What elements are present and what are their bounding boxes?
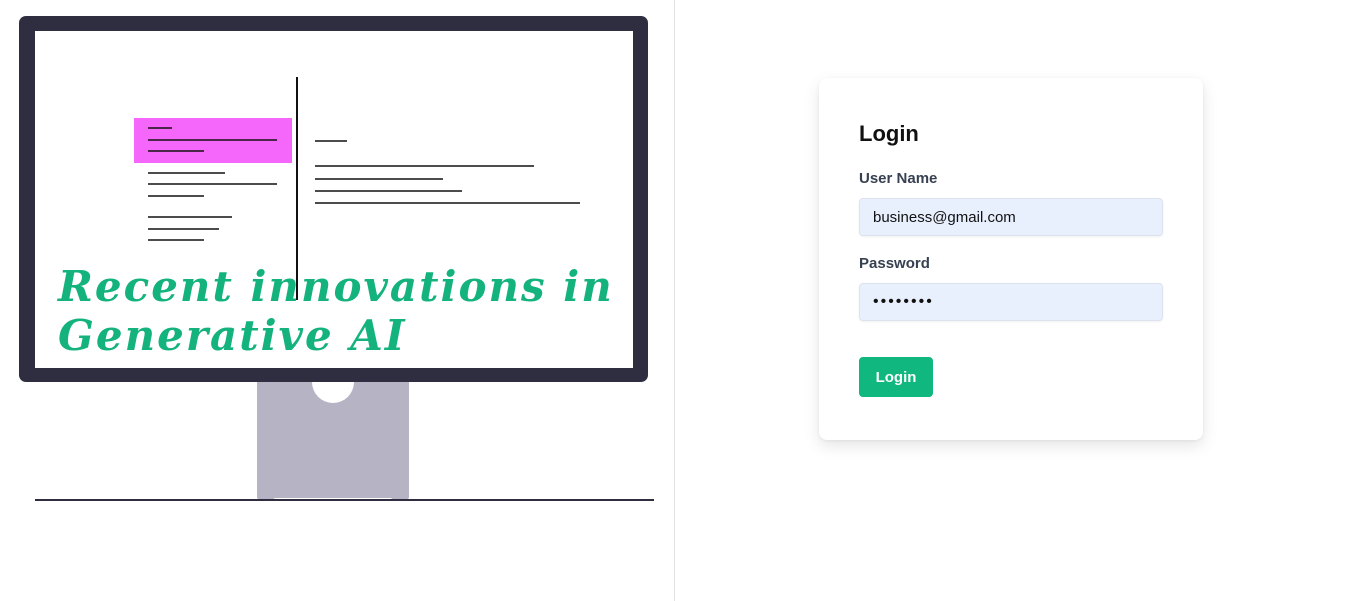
username-label: User Name: [859, 170, 938, 187]
login-card: Login User Name Password Login: [819, 78, 1203, 440]
username-input[interactable]: [859, 198, 1163, 236]
login-page: Recent innovations in Generative AI Logi…: [0, 0, 1345, 601]
login-button[interactable]: Login: [859, 357, 933, 397]
login-title: Login: [859, 121, 919, 146]
hero-panel: Recent innovations in Generative AI: [0, 0, 675, 601]
hero-title: Recent innovations in Generative AI: [58, 262, 638, 360]
hero-title-line-2: Generative AI: [58, 311, 407, 360]
hero-title-line-1: Recent innovations in: [58, 262, 614, 311]
password-input[interactable]: [859, 283, 1163, 321]
password-label: Password: [859, 255, 930, 272]
